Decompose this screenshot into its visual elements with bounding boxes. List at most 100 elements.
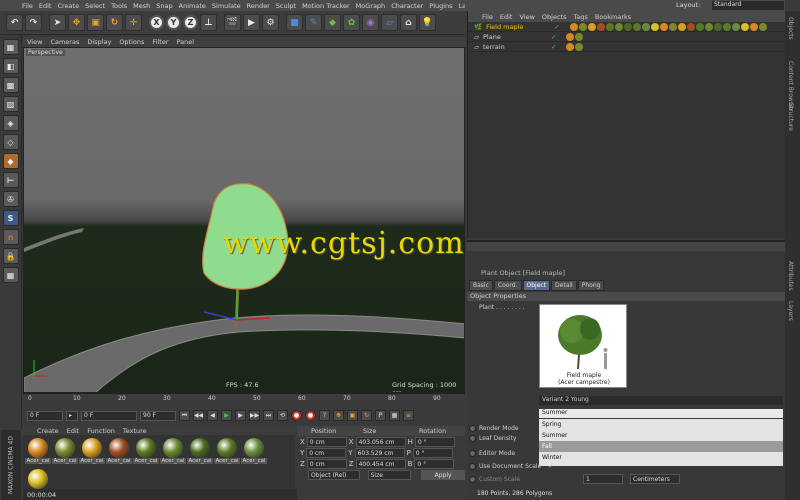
material-tag-icon[interactable]	[722, 22, 731, 31]
rotation-field[interactable]: 0 °	[414, 437, 455, 447]
viewport-menu-view[interactable]: View	[27, 38, 42, 46]
subdivision-icon[interactable]: ◆	[324, 14, 341, 31]
material-tag-icon[interactable]	[614, 22, 623, 31]
material-tag-icon[interactable]	[695, 22, 704, 31]
season-option-summer[interactable]: Summer	[539, 430, 783, 441]
material-tag-icon[interactable]	[575, 32, 584, 41]
rotation-key-icon[interactable]: ↻	[361, 410, 372, 421]
make-editable-icon[interactable]: ▦	[2, 39, 19, 55]
scale-key-icon[interactable]: ▣	[347, 410, 358, 421]
season-option-fall[interactable]: Fall	[539, 441, 783, 452]
material-item[interactable]: Acer_cai	[106, 438, 132, 468]
tab-coord[interactable]: Coord.	[493, 280, 522, 291]
season-select[interactable]: Summer	[539, 409, 783, 418]
object-menu-objects[interactable]: Objects	[542, 13, 567, 21]
use-doc-scale-checkbox[interactable]: ✓	[548, 463, 553, 470]
array-icon[interactable]: ✿	[343, 14, 360, 31]
menu-render[interactable]: Render	[247, 2, 270, 10]
material-tag-icon[interactable]	[731, 22, 740, 31]
prev-frame-icon[interactable]: ◀	[207, 410, 218, 421]
menu-select[interactable]: Select	[85, 2, 105, 10]
grid-icon[interactable]: ▦	[2, 267, 19, 283]
render-picture-viewer-icon[interactable]: ▶	[243, 14, 260, 31]
material-tag-icon[interactable]	[569, 22, 578, 31]
z-gizmo[interactable]	[203, 311, 238, 321]
menu-file[interactable]: File	[22, 2, 33, 10]
menu-simulate[interactable]: Simulate	[212, 2, 241, 10]
material-menu-function[interactable]: Function	[87, 427, 115, 435]
material-tag-icon[interactable]	[677, 22, 686, 31]
material-item[interactable]: Acer_cai	[79, 438, 105, 468]
material-menu-create[interactable]: Create	[37, 427, 59, 435]
layout-select[interactable]: Standard	[712, 1, 784, 10]
menu-plugins[interactable]: Plugins	[429, 2, 452, 10]
size-field[interactable]: 400.454 cm	[355, 459, 406, 469]
pla-key-icon[interactable]: ▦	[389, 410, 400, 421]
material-item[interactable]: Acer_cai	[241, 438, 267, 468]
select-cursor-icon[interactable]: ➤	[49, 14, 66, 31]
material-item[interactable]: Acer_cai	[52, 438, 78, 468]
material-tag-icon[interactable]	[740, 22, 749, 31]
redo-icon[interactable]: ↷	[25, 14, 42, 31]
play-icon[interactable]: ▶	[221, 410, 232, 421]
material-item[interactable]: Acer_cai	[133, 438, 159, 468]
camera-icon[interactable]: ⌂	[400, 14, 417, 31]
x-axis-button[interactable]: X	[149, 15, 164, 30]
current-frame-field[interactable]: 0 F	[81, 410, 137, 421]
frame-stepper[interactable]: ▸	[66, 410, 78, 421]
object-menu-bookmarks[interactable]: Bookmarks	[595, 13, 631, 21]
menu-mograph[interactable]: MoGraph	[356, 2, 386, 10]
material-tag-icon[interactable]	[641, 22, 650, 31]
tab-phong[interactable]: Phong	[577, 280, 605, 291]
material-tag-icon[interactable]	[668, 22, 677, 31]
viewport-menu-panel[interactable]: Panel	[177, 38, 195, 46]
material-item[interactable]: Acer_cai	[214, 438, 240, 468]
tweak-icon[interactable]: ✇	[2, 191, 19, 207]
use-doc-scale-anim-icon[interactable]	[469, 463, 476, 470]
material-tag-icon[interactable]	[758, 22, 767, 31]
object-menu-view[interactable]: View	[519, 13, 534, 21]
material-tag-icon[interactable]	[659, 22, 668, 31]
apply-button[interactable]: Apply	[421, 470, 465, 480]
material-tag-icon[interactable]	[596, 22, 605, 31]
model-mode-icon[interactable]: ◧	[2, 58, 19, 74]
tab-detail[interactable]: Detail	[551, 280, 577, 291]
menu-mesh[interactable]: Mesh	[133, 2, 150, 10]
material-tag-icon[interactable]	[566, 32, 575, 41]
position-field[interactable]: 0 cm	[306, 437, 347, 447]
viewport[interactable]: Perspective FPS : 47.6 Grid Spacing : 10…	[23, 47, 465, 393]
undo-icon[interactable]: ↶	[6, 14, 23, 31]
polygons-mode-icon[interactable]: ◆	[2, 153, 19, 169]
menu-edit[interactable]: Edit	[39, 2, 52, 10]
material-menu-edit[interactable]: Edit	[67, 427, 80, 435]
material-item[interactable]: Acer_cai	[187, 438, 213, 468]
object-menu-tags[interactable]: Tags	[573, 13, 587, 21]
magnet-icon[interactable]: ∩	[2, 229, 19, 245]
loop-icon[interactable]: ⟲	[277, 410, 288, 421]
season-option-spring[interactable]: Spring	[539, 419, 783, 430]
material-tag-icon[interactable]	[575, 42, 584, 51]
snap-icon[interactable]: S	[2, 210, 19, 226]
start-frame-field[interactable]: 0 F	[27, 410, 63, 421]
material-tag-icon[interactable]	[623, 22, 632, 31]
timeline-icon[interactable]: ≡	[403, 410, 414, 421]
material-tag-icon[interactable]	[686, 22, 695, 31]
floor-icon[interactable]: ▱	[381, 14, 398, 31]
prev-key-icon[interactable]: ◀◀	[193, 410, 204, 421]
goto-start-icon[interactable]: ⏮	[179, 410, 190, 421]
tab-basic[interactable]: Basic	[469, 280, 493, 291]
object-menu-edit[interactable]: Edit	[500, 13, 513, 21]
timeline[interactable]: 0 10 20 30 40 50 60 70 80 90	[23, 393, 465, 407]
next-key-icon[interactable]: ▶▶	[249, 410, 260, 421]
rotation-field[interactable]: 0 °	[414, 459, 455, 469]
position-field[interactable]: 0 cm	[306, 448, 347, 458]
lock-workplane-icon[interactable]: 🔒	[2, 248, 19, 264]
viewport-menu-display[interactable]: Display	[87, 38, 111, 46]
menu-tools[interactable]: Tools	[111, 2, 127, 10]
material-tag-icon[interactable]	[578, 22, 587, 31]
keyframe-selection-icon[interactable]: ?	[319, 410, 330, 421]
season-option-winter[interactable]: Winter	[539, 452, 783, 463]
next-frame-icon[interactable]: ▶	[235, 410, 246, 421]
scale-unit-select[interactable]: Centimeters	[630, 474, 681, 484]
menu-character[interactable]: Character	[391, 2, 423, 10]
